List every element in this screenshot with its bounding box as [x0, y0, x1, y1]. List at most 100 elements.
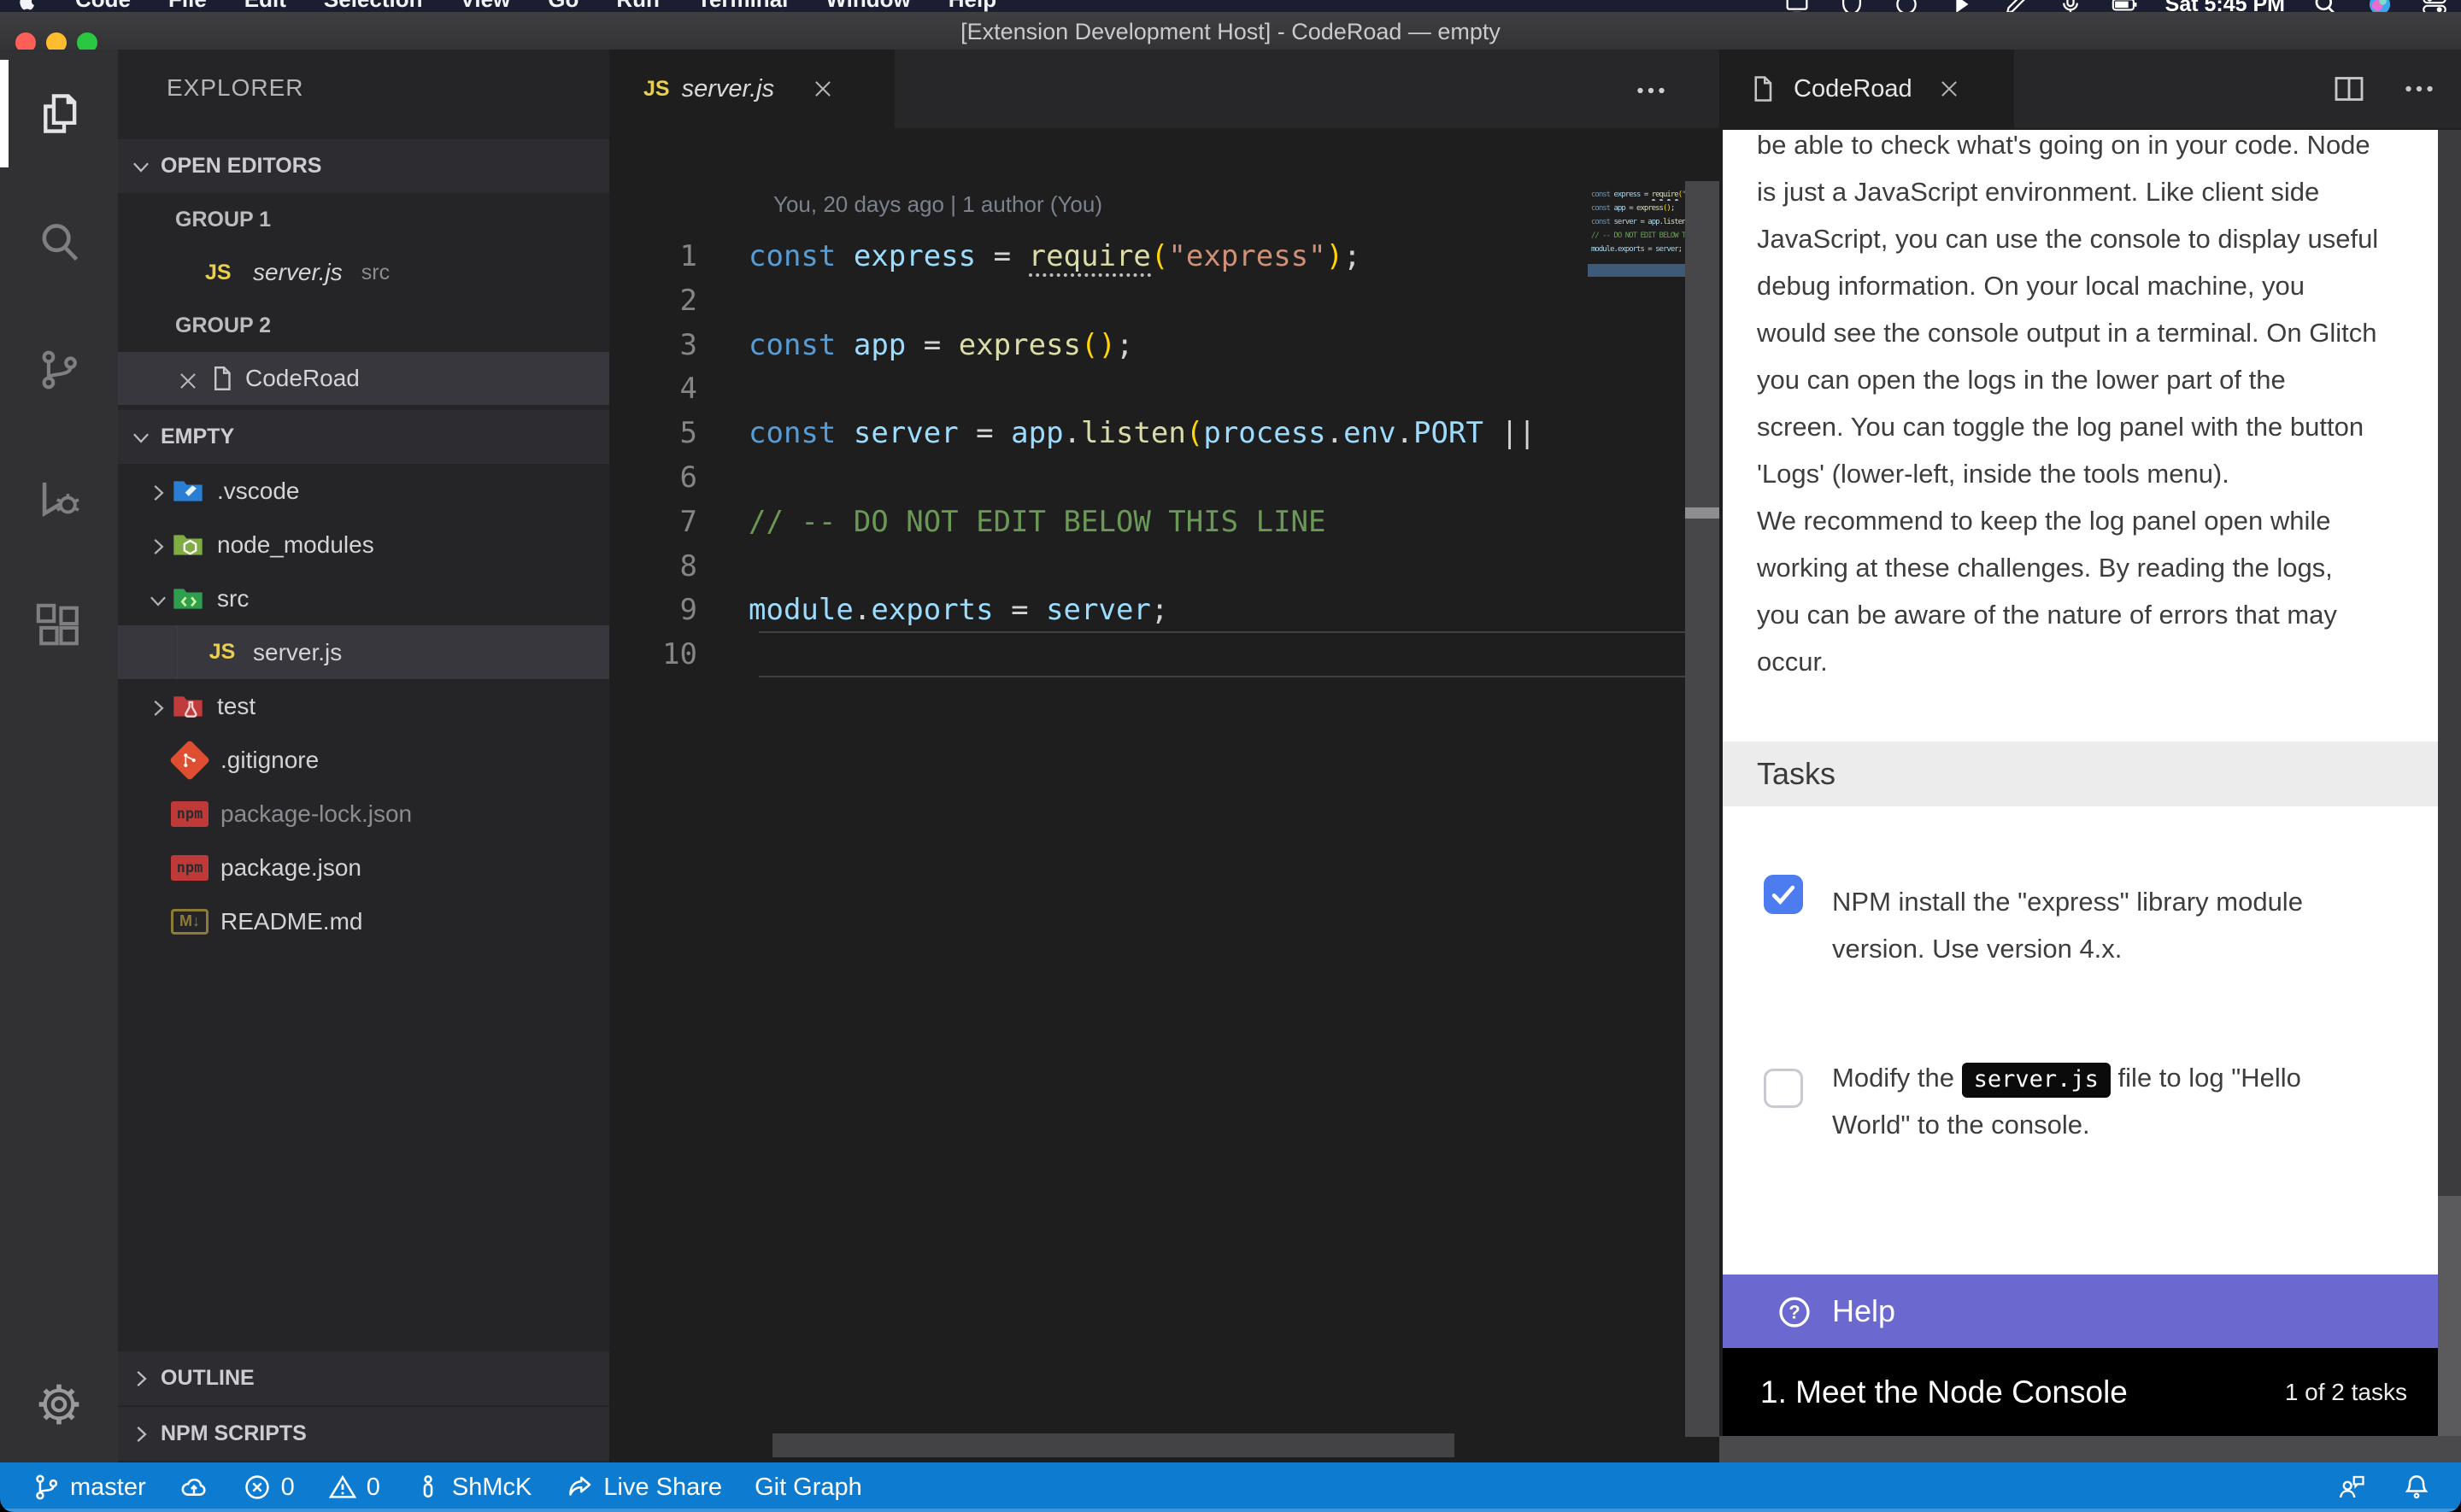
lesson-paragraph: be able to check what's going on in your… — [1723, 130, 2438, 497]
statusbar-bell[interactable] — [2401, 1472, 2432, 1503]
tree-item-package-lock-json[interactable]: npmpackage-lock.json — [118, 787, 609, 841]
live-share-icon — [564, 1472, 595, 1503]
activitybar-source-control[interactable] — [0, 306, 118, 434]
tree-item-src[interactable]: src — [118, 571, 609, 625]
tab-server-js[interactable]: JS server.js — [609, 50, 895, 128]
settings-button[interactable] — [0, 1380, 118, 1428]
tree-item-readme-md[interactable]: M↓README.md — [118, 894, 609, 948]
horizontal-scrollbar-thumb[interactable] — [772, 1433, 1454, 1457]
activitybar-explorer[interactable] — [0, 50, 118, 178]
line-number: 10 — [609, 637, 697, 671]
code-line-8[interactable]: 8 — [609, 544, 1588, 589]
editor-detail: src — [361, 261, 390, 285]
open-editor-coderoad[interactable]: CodeRoad — [118, 352, 609, 405]
statusbar-0[interactable]: 0 — [327, 1472, 380, 1503]
menu-go[interactable]: Go — [548, 0, 579, 12]
open-editors-header[interactable]: OPEN EDITORS — [118, 139, 609, 193]
tab-coderoad[interactable]: CodeRoad — [1720, 50, 2014, 128]
menu-run[interactable]: Run — [616, 0, 660, 12]
task-checkbox[interactable] — [1764, 1069, 1803, 1108]
menu-terminal[interactable]: Terminal — [697, 0, 788, 12]
tree-item-label: .vscode — [217, 478, 300, 505]
shield-statusicon[interactable] — [1837, 0, 1866, 12]
tree-item-test[interactable]: test — [118, 679, 609, 733]
line-number: 4 — [609, 372, 697, 406]
code-line-10[interactable]: 10 — [609, 632, 1588, 677]
help-label: Help — [1832, 1293, 1895, 1329]
menu-file[interactable]: File — [168, 0, 207, 12]
menu-code[interactable]: Code — [75, 0, 131, 12]
ellipsis-icon — [2402, 72, 2436, 106]
close-tab-button[interactable] — [1936, 76, 1962, 102]
code-line-5[interactable]: 5const server = app.listen(process.env.P… — [609, 411, 1588, 455]
statusbar-live-share[interactable]: Live Share — [564, 1472, 722, 1503]
window-titlebar[interactable]: [Extension Development Host] - CodeRoad … — [0, 12, 2461, 50]
display-statusicon[interactable] — [1783, 0, 1812, 12]
statusbar-cloud-upload[interactable] — [179, 1472, 209, 1503]
control-center-statusicon[interactable] — [2420, 0, 2449, 12]
src-folder-icon — [171, 582, 205, 616]
open-editor-server-js[interactable]: JSserver.jssrc — [118, 246, 609, 299]
activitybar-extensions[interactable] — [0, 562, 118, 690]
tree-item--vscode[interactable]: .vscode — [118, 464, 609, 518]
statusbar-master[interactable]: master — [31, 1472, 146, 1503]
pen-statusicon[interactable] — [2001, 0, 2030, 12]
code-line-4[interactable]: 4 — [609, 366, 1588, 411]
code-line-9[interactable]: 9module.exports = server; — [609, 588, 1588, 632]
statusbar-shmck[interactable]: ShMcK — [413, 1472, 532, 1503]
webview-scrollbar-thumb[interactable] — [2438, 1196, 2461, 1436]
minimap[interactable]: const express = require("express");const… — [1588, 184, 1685, 440]
split-editor-button[interactable] — [2332, 72, 2366, 106]
mic-statusicon[interactable] — [2056, 0, 2085, 12]
tree-item-label: src — [217, 585, 249, 612]
code-line-2[interactable]: 2 — [609, 278, 1588, 323]
code-line-1[interactable]: 1const express = require("express"); — [609, 234, 1588, 278]
editor-name: server.js — [253, 259, 343, 286]
editor-scrollbar-thumb[interactable] — [1685, 507, 1719, 519]
editor-scrollbar[interactable] — [1685, 181, 1719, 1437]
more-actions-button[interactable] — [2402, 72, 2436, 106]
task-checkbox[interactable] — [1764, 875, 1803, 914]
code-line-3[interactable]: 3const app = express(); — [609, 323, 1588, 367]
menu-view[interactable]: View — [461, 0, 511, 12]
siri-statusicon[interactable] — [2365, 0, 2394, 12]
tree-item--gitignore[interactable]: .gitignore — [118, 733, 609, 787]
code-line-6[interactable]: 6 — [609, 455, 1588, 500]
menu-edit[interactable]: Edit — [244, 0, 286, 12]
scm-icon — [34, 345, 84, 395]
code-line-7[interactable]: 7// -- DO NOT EDIT BELOW THIS LINE — [609, 500, 1588, 544]
code-editor[interactable]: You, 20 days ago | 1 author (You) 1const… — [609, 128, 1719, 1462]
battery-statusicon[interactable] — [2111, 0, 2140, 12]
play-statusicon[interactable] — [1947, 0, 1976, 12]
menubar-clock[interactable]: Sat 5:45 PM — [2165, 0, 2285, 12]
spotlight-statusicon[interactable] — [2311, 0, 2340, 12]
tree-item-server-js[interactable]: JSserver.js — [118, 625, 609, 679]
editor-actions-button[interactable] — [1634, 73, 1668, 108]
menu-window[interactable]: Window — [825, 0, 910, 12]
statusbar-git-graph[interactable]: Git Graph — [755, 1474, 862, 1502]
menu-selection[interactable]: Selection — [324, 0, 423, 12]
cloud-upload-icon — [179, 1472, 209, 1503]
section-npm-scripts[interactable]: NPM SCRIPTS — [118, 1407, 609, 1461]
macos-menubar: Code File Edit Selection View Go Run Terminal Wi… — [0, 0, 2461, 12]
activitybar-search[interactable] — [0, 178, 118, 306]
statusbar-0[interactable]: 0 — [242, 1472, 295, 1503]
statusbar-feedback[interactable] — [2336, 1472, 2367, 1503]
help-bar[interactable]: ? Help — [1723, 1275, 2438, 1348]
menu-help[interactable]: Help — [949, 0, 996, 12]
tree-item-package-json[interactable]: npmpackage.json — [118, 841, 609, 894]
close-tab-button[interactable] — [810, 76, 836, 102]
vscode-window: Code File Edit Selection View Go Run Terminal Wi… — [0, 0, 2461, 1512]
close-icon[interactable] — [175, 366, 201, 391]
spotlight-icon — [2311, 0, 2340, 12]
tree-item-node-modules[interactable]: node_modules — [118, 518, 609, 571]
test-folder-icon — [171, 689, 205, 724]
section-outline[interactable]: OUTLINE — [118, 1351, 609, 1405]
record-statusicon[interactable] — [1892, 0, 1921, 12]
activitybar-run-debug[interactable] — [0, 434, 118, 562]
chevron-down-icon — [145, 586, 171, 612]
control-center-icon — [2420, 0, 2449, 12]
apple-menu[interactable] — [15, 0, 38, 12]
tree-item-label: .gitignore — [220, 747, 319, 774]
folder-header-empty[interactable]: EMPTY — [118, 410, 609, 464]
